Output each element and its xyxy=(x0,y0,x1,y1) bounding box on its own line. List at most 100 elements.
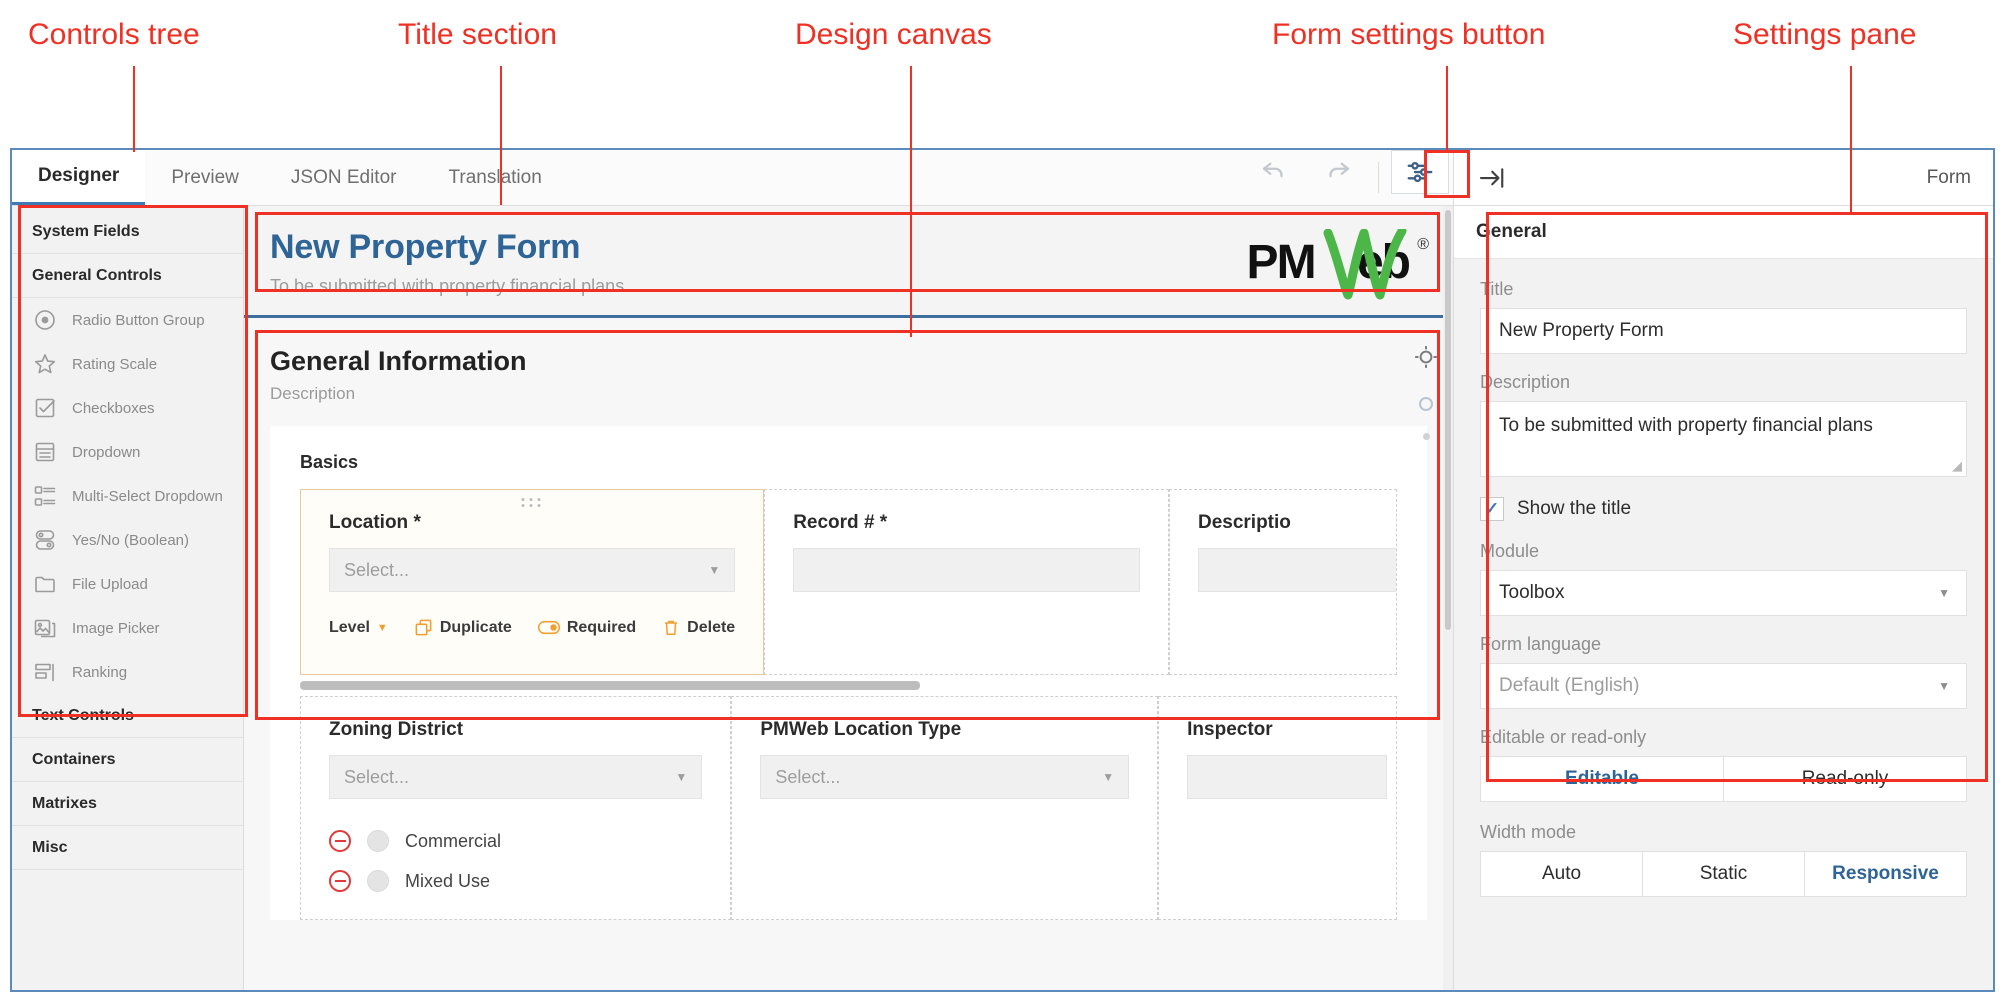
tree-item-ranking[interactable]: Ranking xyxy=(12,650,243,694)
crosshair-icon[interactable] xyxy=(1413,344,1439,375)
field-card-inspector[interactable]: Inspector xyxy=(1158,696,1397,920)
field-input-inspector[interactable] xyxy=(1187,755,1388,799)
form-settings-button[interactable] xyxy=(1391,150,1449,194)
tree-item-multi-select-dropdown[interactable]: Multi-Select Dropdown xyxy=(12,474,243,518)
radio-option-commercial[interactable]: Commercial xyxy=(329,821,702,861)
horizontal-scrollbar[interactable] xyxy=(300,681,920,690)
top-tab-bar: Designer Preview JSON Editor Translation xyxy=(12,150,1993,206)
segment-editable[interactable]: Editable xyxy=(1480,756,1724,802)
level-dropdown-button[interactable]: Level ▼ xyxy=(329,619,388,637)
field-input-description[interactable] xyxy=(1197,548,1396,592)
redo-icon[interactable] xyxy=(1315,150,1361,190)
segment-responsive[interactable]: Responsive xyxy=(1805,851,1967,897)
tree-group-system-fields[interactable]: System Fields xyxy=(12,210,243,254)
duplicate-button[interactable]: Duplicate xyxy=(414,618,512,637)
tree-group-misc[interactable]: Misc xyxy=(12,826,243,870)
settings-module-select[interactable]: Toolbox ▼ xyxy=(1480,570,1967,616)
tab-json-editor[interactable]: JSON Editor xyxy=(265,150,423,205)
tree-item-checkboxes[interactable]: Checkboxes xyxy=(12,386,243,430)
trash-icon xyxy=(662,618,680,637)
settings-language-select[interactable]: Default (English) ▼ xyxy=(1480,663,1967,709)
tree-group-text-controls[interactable]: Text Controls xyxy=(12,694,243,738)
radio-icon[interactable] xyxy=(367,830,389,852)
checkbox-icon xyxy=(32,395,58,421)
basics-panel: Basics Location * Select... ▼ Level ▼ Du… xyxy=(270,426,1427,920)
radio-button-icon xyxy=(32,307,58,333)
required-toggle[interactable]: Required xyxy=(537,619,636,637)
tree-item-file-upload[interactable]: File Upload xyxy=(12,562,243,606)
field-select-location-placeholder: Select... xyxy=(344,559,410,580)
show-title-label: Show the title xyxy=(1517,498,1632,519)
canvas-vertical-scrollbar-track[interactable] xyxy=(1443,206,1453,990)
delete-label: Delete xyxy=(687,618,736,636)
canvas-vertical-scrollbar-thumb[interactable] xyxy=(1445,210,1451,630)
tree-item-label: File Upload xyxy=(72,575,148,593)
tree-group-matrixes[interactable]: Matrixes xyxy=(12,782,243,826)
field-select-zoning[interactable]: Select... ▼ xyxy=(329,755,703,799)
design-canvas[interactable]: New Property Form To be submitted with p… xyxy=(244,206,1453,990)
chevron-down-icon: ▼ xyxy=(1102,770,1115,784)
radio-option-list: Commercial Mixed Use xyxy=(329,821,702,901)
field-card-record[interactable]: Record # * xyxy=(764,489,1169,675)
circle-outline-icon[interactable] xyxy=(1419,397,1433,411)
tree-item-yes-no-boolean[interactable]: Yes/No (Boolean) xyxy=(12,518,243,562)
segment-read-only[interactable]: Read-only xyxy=(1724,756,1967,802)
field-card-zoning[interactable]: Zoning District Select... ▼ Commercial M… xyxy=(300,696,732,920)
tab-preview[interactable]: Preview xyxy=(145,150,265,205)
tree-item-label: Ranking xyxy=(72,663,128,681)
tree-item-radio-button-group[interactable]: Radio Button Group xyxy=(12,298,243,342)
segment-static[interactable]: Static xyxy=(1643,851,1805,897)
tree-group-containers[interactable]: Containers xyxy=(12,738,243,782)
radio-label-commercial: Commercial xyxy=(405,830,502,851)
form-description: To be submitted with property financial … xyxy=(270,276,625,296)
tree-item-rating-scale[interactable]: Rating Scale xyxy=(12,342,243,386)
settings-language-value: Default (English) xyxy=(1499,675,1640,696)
field-select-location[interactable]: Select... ▼ xyxy=(329,548,736,592)
field-card-description[interactable]: Descriptio xyxy=(1168,489,1397,675)
radio-option-mixed-use[interactable]: Mixed Use xyxy=(329,861,702,901)
checkbox-icon[interactable]: ✓ xyxy=(1480,497,1504,521)
annotation-label-form-settings-button: Form settings button xyxy=(1272,18,1546,51)
field-card-location[interactable]: Location * Select... ▼ Level ▼ Duplicate… xyxy=(300,489,765,675)
tab-json-editor-label: JSON Editor xyxy=(290,166,397,188)
settings-title-input[interactable]: New Property Form xyxy=(1480,308,1967,354)
tree-group-text-controls-label: Text Controls xyxy=(32,707,134,724)
field-label-record: Record # * xyxy=(793,512,888,533)
drag-handle-icon[interactable] xyxy=(521,498,543,507)
undo-icon[interactable] xyxy=(1251,150,1297,190)
multiselect-icon xyxy=(32,483,58,509)
remove-option-icon[interactable] xyxy=(329,870,351,892)
tree-item-label: Image Picker xyxy=(72,619,160,637)
tree-item-dropdown[interactable]: Dropdown xyxy=(12,430,243,474)
tab-designer-label: Designer xyxy=(38,165,120,186)
app-window: Designer Preview JSON Editor Translation xyxy=(10,148,1995,992)
title-section[interactable]: New Property Form To be submitted with p… xyxy=(244,206,1453,318)
chevron-down-icon: ▼ xyxy=(708,563,721,577)
tree-item-image-picker[interactable]: Image Picker xyxy=(12,606,243,650)
collapse-right-icon[interactable] xyxy=(1476,163,1506,193)
delete-button[interactable]: Delete xyxy=(662,618,735,637)
field-card-pmweb-location-type[interactable]: PMWeb Location Type Select... ▼ xyxy=(731,696,1159,920)
toolbar-divider xyxy=(1378,162,1379,193)
tree-group-system-fields-label: System Fields xyxy=(32,223,140,240)
tree-group-general-controls[interactable]: General Controls xyxy=(12,254,243,298)
level-label: Level xyxy=(329,618,370,636)
tab-designer[interactable]: Designer xyxy=(12,150,146,205)
radio-icon[interactable] xyxy=(367,870,389,892)
settings-module-label: Module xyxy=(1480,541,1540,561)
field-input-record[interactable] xyxy=(793,548,1140,592)
duplicate-label: Duplicate xyxy=(439,618,512,636)
show-title-checkbox-row[interactable]: ✓ Show the title xyxy=(1480,497,1967,521)
section-title: General Information xyxy=(270,346,527,376)
tab-translation[interactable]: Translation xyxy=(422,150,567,205)
settings-pane-body: Title New Property Form Description To b… xyxy=(1454,259,1993,937)
segment-auto[interactable]: Auto xyxy=(1480,851,1643,897)
field-select-pmweb-location-type[interactable]: Select... ▼ xyxy=(760,755,1130,799)
tree-item-label: Dropdown xyxy=(72,443,141,461)
dot-icon[interactable] xyxy=(1422,433,1430,440)
settings-description-textarea[interactable]: To be submitted with property financial … xyxy=(1480,401,1967,477)
resize-grip-icon[interactable]: ◢ xyxy=(1952,458,1962,474)
remove-option-icon[interactable] xyxy=(329,830,351,852)
chevron-down-icon: ▼ xyxy=(1938,679,1950,693)
settings-pane-header-bar: Form xyxy=(1453,150,1993,205)
